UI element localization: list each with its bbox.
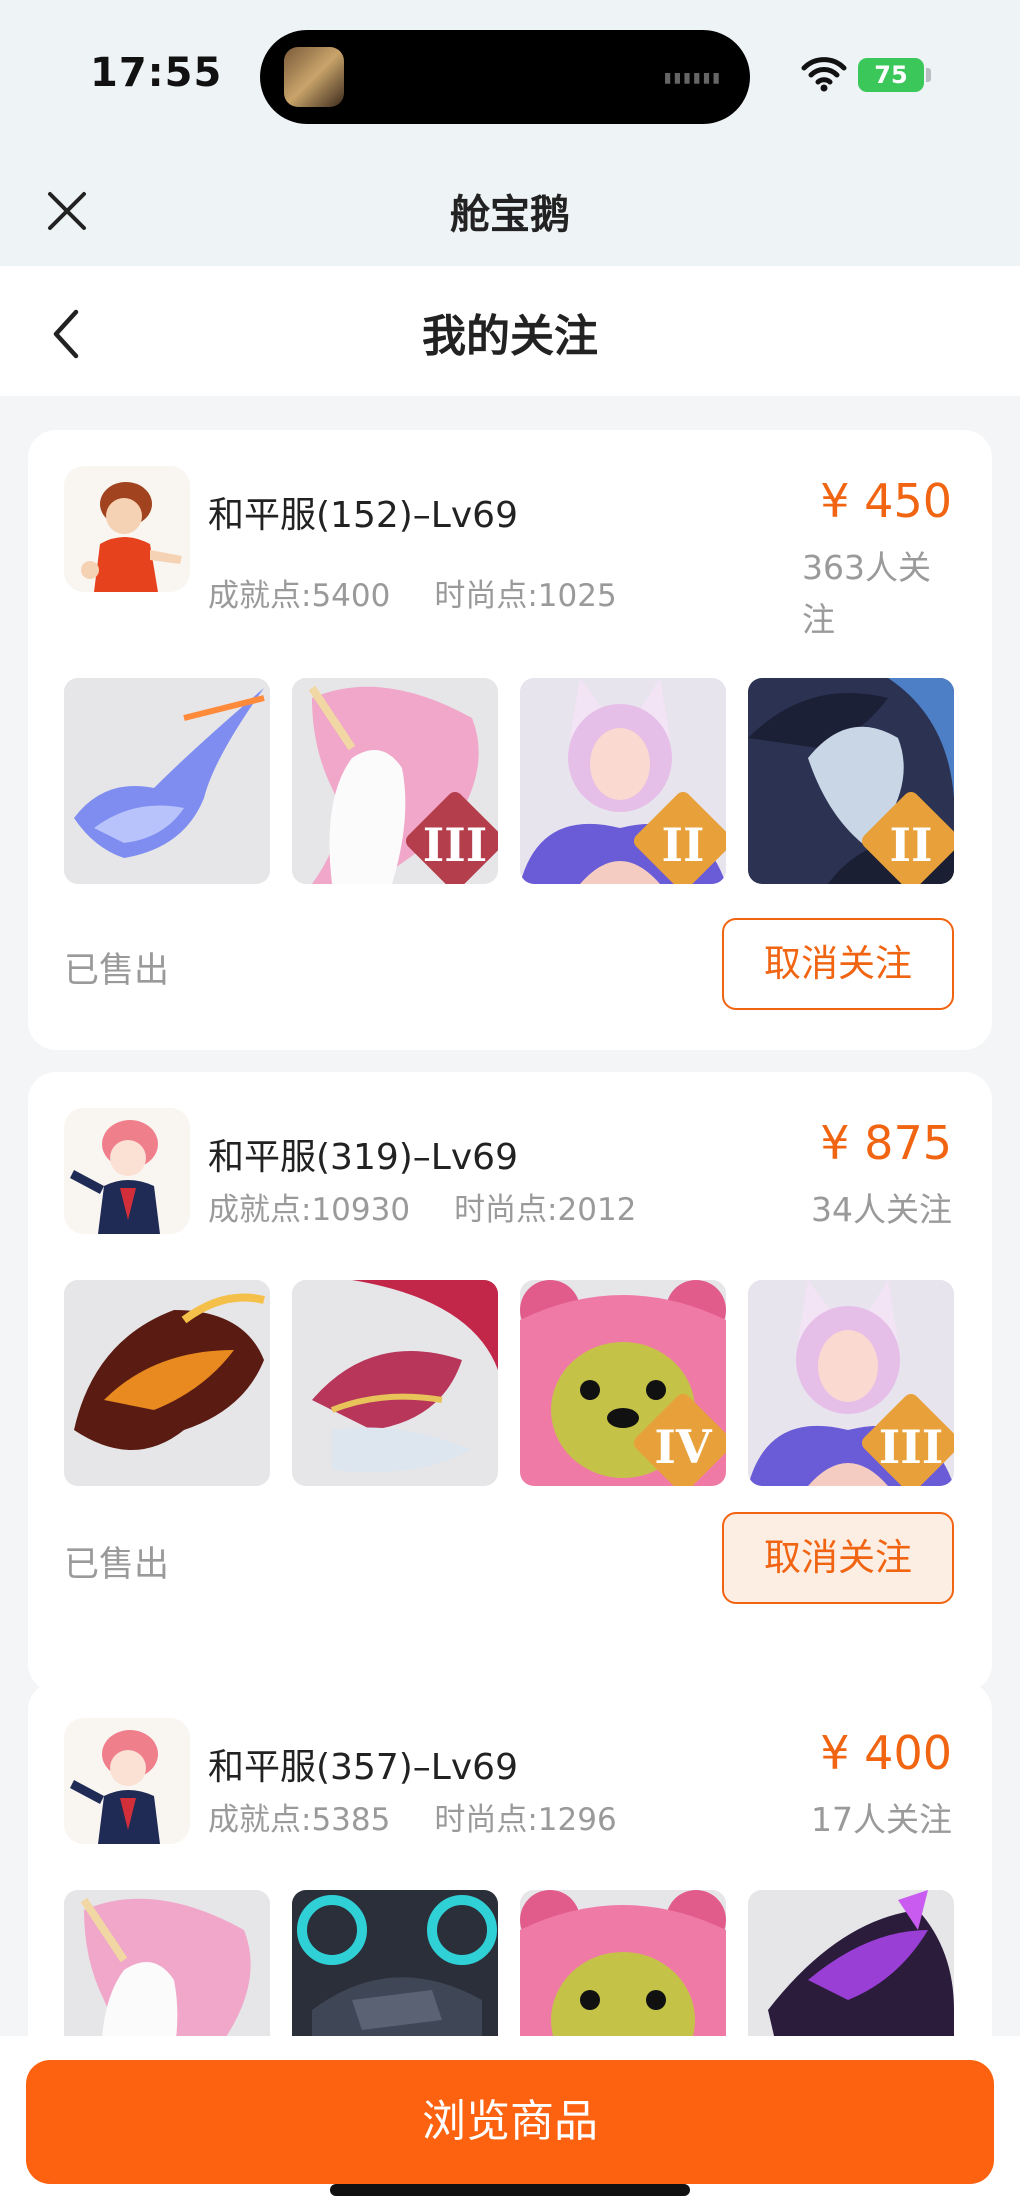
achievement-points: 成就点:5400 (208, 578, 391, 614)
price: ¥ 875 (820, 1116, 952, 1170)
fire-dragon-mount-icon[interactable] (64, 1280, 270, 1486)
browse-products-button[interactable]: 浏览商品 (26, 2060, 994, 2184)
account-stats: 成就点:5385 时尚点:1296 (208, 1794, 661, 1839)
listing-card[interactable]: 和平服(357)–Lv69 成就点:5385 时尚点:1296 ¥ 400 17人… (28, 1682, 992, 2036)
battery-icon: 75 (858, 58, 924, 92)
price: ¥ 400 (820, 1726, 952, 1780)
listing-card[interactable]: 和平服(152)–Lv69 成就点:5400 时尚点:1025 ¥ 450 363… (28, 430, 992, 1050)
tier-label: IV (654, 1420, 712, 1474)
purple-dragon-mount-icon[interactable] (748, 1890, 954, 2036)
server-level: 和平服(319)–Lv69 (208, 1137, 518, 1178)
achievement-points: 成就点:10930 (208, 1192, 411, 1228)
server-level: 和平服(152)–Lv69 (208, 495, 518, 536)
tier-label: III (422, 818, 488, 872)
avatar (64, 1108, 190, 1234)
account-stats: 成就点:10930 时尚点:2012 (208, 1184, 680, 1229)
follower-count: 17人关注 (811, 1800, 952, 1839)
audio-wave-icon: ▮▮▮▮▮▮ (663, 70, 722, 86)
dynamic-island: ▮▮▮▮▮▮ (260, 30, 750, 124)
game-app-icon (284, 47, 344, 107)
fashion-points: 时尚点:2012 (454, 1192, 637, 1228)
item-thumbnails (64, 1890, 954, 2036)
tier-label: III (878, 1420, 944, 1474)
unicorn-mount-icon[interactable] (64, 1890, 270, 2036)
fox-spirit-character-icon[interactable]: II (520, 678, 726, 884)
pink-bear-pet-icon[interactable]: IV (520, 1280, 726, 1486)
blue-dragon-mount-icon[interactable] (64, 678, 270, 884)
sold-status: 已售出 (64, 1545, 170, 1585)
tier-label: II (661, 818, 705, 872)
sold-status: 已售出 (64, 951, 170, 991)
avatar (64, 466, 190, 592)
followed-list: 和平服(152)–Lv69 成就点:5400 时尚点:1025 ¥ 450 363… (0, 396, 1020, 2036)
wifi-icon (801, 57, 847, 92)
unfollow-button[interactable]: 取消关注 (722, 918, 954, 1010)
unfollow-button[interactable]: 取消关注 (722, 1512, 954, 1604)
tier-label: II (889, 818, 933, 872)
listing-card[interactable]: 和平服(319)–Lv69 成就点:10930 时尚点:2012 ¥ 875 34… (28, 1072, 992, 1692)
pink-bear-pet-icon[interactable] (520, 1890, 726, 2036)
fashion-points: 时尚点:1025 (434, 578, 617, 614)
item-thumbnails: IV III (64, 1280, 954, 1486)
battery-cap (926, 68, 931, 82)
avatar (64, 1718, 190, 1844)
fashion-points: 时尚点:1296 (434, 1802, 617, 1838)
status-time: 17:55 (90, 50, 223, 96)
app-title: 舱宝鹅 (450, 192, 570, 238)
follower-count: 34人关注 (811, 1190, 952, 1229)
unicorn-mount-icon[interactable]: III (292, 678, 498, 884)
achievement-points: 成就点:5385 (208, 1802, 391, 1838)
red-dragon-mount-icon[interactable] (292, 1280, 498, 1486)
follower-count: 363人关注 (802, 548, 931, 639)
item-thumbnails: III II II (64, 678, 954, 884)
page-header: 我的关注 (0, 266, 1020, 396)
app-header: 17:55 ▮▮▮▮▮▮ 75 舱宝鹅 (0, 0, 1020, 266)
page-title: 我的关注 (422, 311, 598, 362)
mech-dragon-mount-icon[interactable] (292, 1890, 498, 2036)
price: ¥ 450 (820, 474, 952, 528)
fox-spirit-character-icon[interactable]: III (748, 1280, 954, 1486)
home-indicator[interactable] (330, 2184, 690, 2196)
dark-dragon-mount-icon[interactable]: II (748, 678, 954, 884)
server-level: 和平服(357)–Lv69 (208, 1747, 518, 1788)
account-stats: 成就点:5400 时尚点:1025 (208, 570, 661, 615)
